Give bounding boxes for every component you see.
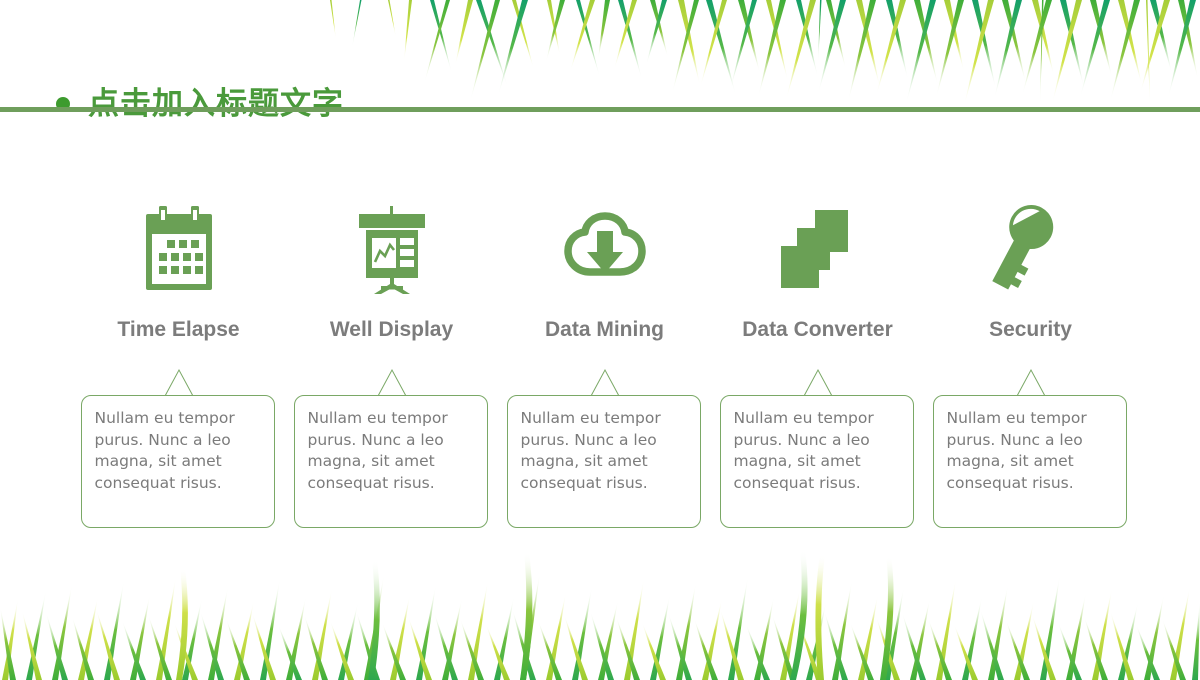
cloud-download-icon [498, 200, 711, 300]
bubble-tail-icon [590, 368, 619, 397]
feature-column-data-mining[interactable]: Data Mining Nullam eu tempor purus. Nunc… [498, 200, 711, 560]
bubble-tail-icon [164, 368, 193, 397]
bubble-body-text: Nullam eu tempor purus. Nunc a leo magna… [733, 409, 874, 492]
bubble-tail-icon [803, 368, 832, 397]
feature-label: Time Elapse [117, 318, 240, 341]
stacked-layers-icon [711, 200, 924, 300]
bubble-body-text: Nullam eu tempor purus. Nunc a leo magna… [307, 409, 448, 492]
presentation-chart-icon [285, 200, 498, 300]
page-title: 点击加入标题文字 [88, 86, 344, 121]
slide-header: 点击加入标题文字 [0, 40, 1200, 121]
feature-column-data-converter[interactable]: Data Converter Nullam eu tempor purus. N… [711, 200, 924, 560]
feature-label: Data Mining [545, 318, 664, 341]
feature-column-well-display[interactable]: Well Display Nullam eu tempor purus. Nun… [285, 200, 498, 560]
key-icon [924, 200, 1137, 300]
bubble-tail-icon [377, 368, 406, 397]
header-divider [0, 107, 1200, 112]
bubble-body-text: Nullam eu tempor purus. Nunc a leo magna… [946, 409, 1087, 492]
feature-columns: Time Elapse Nullam eu tempor purus. Nunc… [0, 200, 1200, 560]
feature-column-security[interactable]: Security Nullam eu tempor purus. Nunc a … [924, 200, 1137, 560]
speech-bubble: Nullam eu tempor purus. Nunc a leo magna… [719, 368, 916, 528]
bubble-body-text: Nullam eu tempor purus. Nunc a leo magna… [520, 409, 661, 492]
bubble-body-text: Nullam eu tempor purus. Nunc a leo magna… [94, 409, 235, 492]
calendar-icon [72, 200, 285, 300]
speech-bubble: Nullam eu tempor purus. Nunc a leo magna… [293, 368, 490, 528]
grass-bottom-decoration [0, 550, 1200, 680]
speech-bubble: Nullam eu tempor purus. Nunc a leo magna… [506, 368, 703, 528]
slide-canvas: 点击加入标题文字 Time Elapse Nullam eu tempor pu… [0, 0, 1200, 680]
speech-bubble: Nullam eu tempor purus. Nunc a leo magna… [80, 368, 277, 528]
feature-label: Security [989, 318, 1072, 341]
bubble-tail-icon [1016, 368, 1045, 397]
feature-label: Well Display [329, 318, 454, 341]
feature-column-time-elapse[interactable]: Time Elapse Nullam eu tempor purus. Nunc… [72, 200, 285, 560]
speech-bubble: Nullam eu tempor purus. Nunc a leo magna… [932, 368, 1129, 528]
feature-label: Data Converter [742, 318, 893, 341]
